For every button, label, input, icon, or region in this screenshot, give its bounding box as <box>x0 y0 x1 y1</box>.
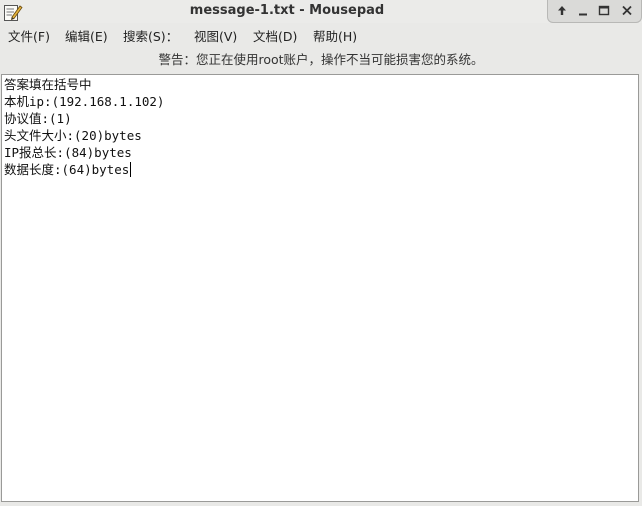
editor-line-current[interactable]: 数据长度:(64)bytes <box>4 161 132 178</box>
text-cursor <box>130 162 132 177</box>
editor-line[interactable]: 答案填在括号中 <box>4 76 92 93</box>
title-bar[interactable]: message-1.txt - Mousepad <box>0 0 642 23</box>
menu-view[interactable]: 视图(V) <box>194 27 237 47</box>
editor-line[interactable]: 本机ip:(192.168.1.102) <box>4 93 164 110</box>
keep-above-icon[interactable] <box>553 2 571 20</box>
minimize-icon[interactable] <box>574 2 592 20</box>
root-warning-bar: 警告：您正在使用root账户，操作不当可能损害您的系统。 <box>158 52 484 67</box>
menu-bar: 文件(F) 编辑(E) 搜索(S)： 视图(V) 文档(D) 帮助(H) <box>0 27 642 47</box>
close-icon[interactable] <box>618 2 636 20</box>
window-title: message-1.txt - Mousepad <box>189 3 385 18</box>
menu-document[interactable]: 文档(D) <box>253 27 297 47</box>
editor-line[interactable]: 协议值:(1) <box>4 110 72 127</box>
menu-help[interactable]: 帮助(H) <box>313 27 357 47</box>
maximize-icon[interactable] <box>595 2 613 20</box>
editor-line-text: 数据长度:(64)bytes <box>4 162 130 177</box>
menu-file[interactable]: 文件(F) <box>8 27 50 47</box>
menu-search[interactable]: 搜索(S)： <box>123 27 178 47</box>
text-editor-area[interactable]: 答案填在括号中 本机ip:(192.168.1.102) 协议值:(1) 头文件… <box>1 74 639 502</box>
editor-line[interactable]: 头文件大小:(20)bytes <box>4 127 142 144</box>
window-controls <box>547 0 642 23</box>
editor-line[interactable]: IP报总长:(84)bytes <box>4 144 132 161</box>
mousepad-window: message-1.txt - Mousepad 文件(F) 编辑(E) 搜索(… <box>0 0 642 506</box>
menu-edit[interactable]: 编辑(E) <box>65 27 108 47</box>
